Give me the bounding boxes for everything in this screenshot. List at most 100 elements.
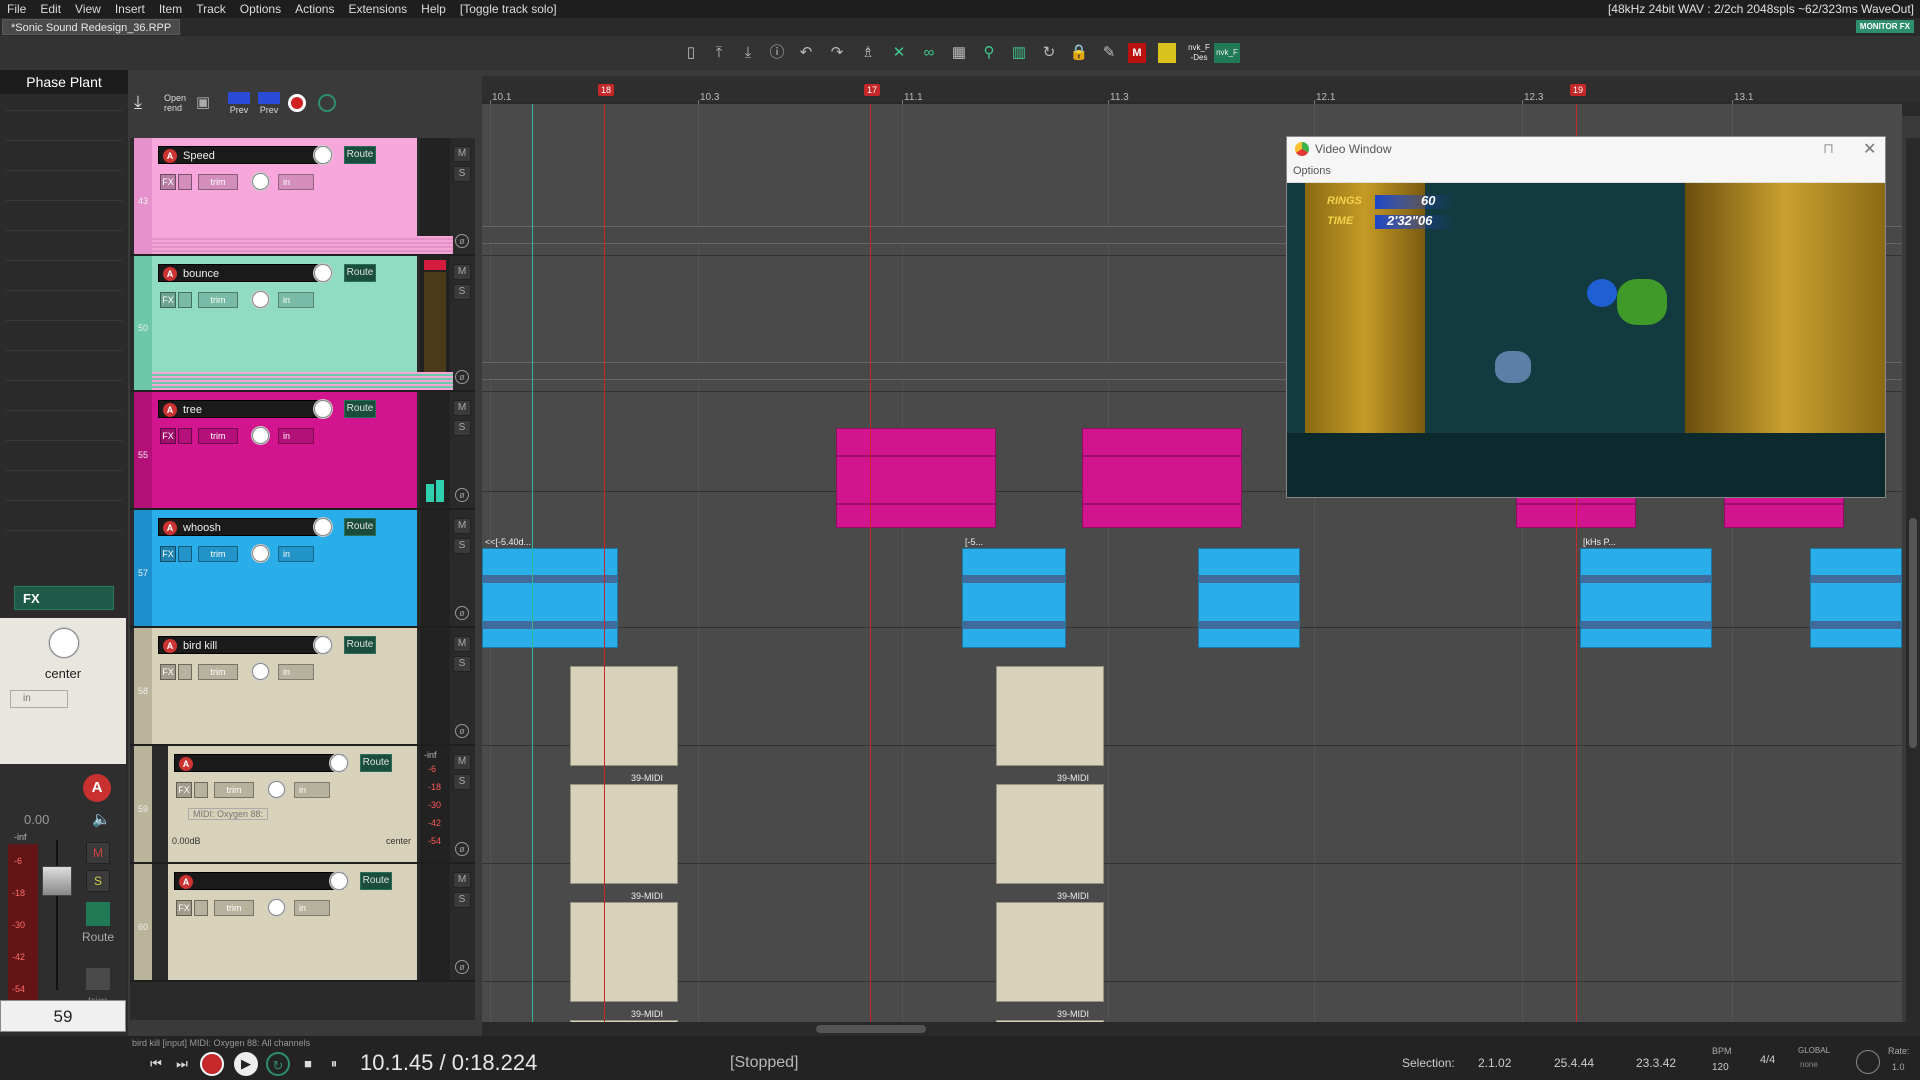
monitor-fx-button[interactable]: MONITOR FX (1855, 20, 1914, 33)
track-header[interactable]: Abounce Route FX trim in (152, 256, 417, 390)
speaker-icon[interactable]: 🔈 (92, 810, 111, 828)
track-color-strip[interactable]: 55 (134, 392, 152, 508)
bird-kill-item[interactable] (996, 666, 1104, 766)
track-mute-button[interactable]: M (453, 264, 471, 280)
track-nameplate[interactable]: Abounce (158, 264, 328, 282)
track-volume-knob[interactable] (314, 400, 332, 418)
track-volume-knob[interactable] (330, 872, 348, 890)
track-input-select[interactable]: in (294, 782, 330, 798)
menu-options[interactable]: Options (233, 0, 288, 18)
automation-arm-icon[interactable]: A (179, 875, 193, 889)
whoosh-item[interactable] (1198, 548, 1300, 648)
position-display[interactable]: 10.1.45 / 0:18.224 (360, 1050, 537, 1076)
track-envelope-lane[interactable] (152, 236, 453, 254)
project-settings-icon[interactable]: ⓘ (766, 43, 788, 63)
track-fx-bypass[interactable] (194, 900, 208, 916)
grid-lines-icon[interactable]: ▥ (1008, 43, 1030, 63)
track-volume-knob[interactable] (314, 146, 332, 164)
grid-snap-icon[interactable]: ▦ (948, 43, 970, 63)
track-pan-knob[interactable] (252, 291, 269, 308)
track-mute-button[interactable]: M (453, 872, 471, 888)
track-solo-button[interactable]: S (453, 284, 471, 300)
track-solo-button[interactable]: S (453, 166, 471, 182)
menu-track[interactable]: Track (189, 0, 233, 18)
input-select[interactable]: in (10, 690, 68, 708)
preview-button-1[interactable]: Prev (228, 92, 250, 116)
horizontal-scrollbar[interactable] (482, 1022, 1920, 1036)
rate-knob[interactable] (1856, 1050, 1880, 1074)
track-mute-button[interactable]: M (453, 754, 471, 770)
track-volume-knob[interactable] (314, 636, 332, 654)
vertical-scroll-thumb[interactable] (1909, 518, 1917, 748)
video-options-menu[interactable]: Options (1287, 161, 1885, 183)
midi-item[interactable]: 39-MIDI (570, 773, 678, 884)
midi-input-device[interactable]: MIDI: Oxygen 88: (188, 808, 269, 820)
track-volume-knob[interactable] (330, 754, 348, 772)
global-mode[interactable]: none (1800, 1060, 1818, 1069)
track-name[interactable]: Speed (183, 149, 215, 163)
track-envelope-lane[interactable] (152, 372, 453, 390)
download-icon[interactable]: ⤓ (134, 92, 156, 114)
track-nameplate[interactable]: A Speed (158, 146, 328, 164)
tree-item[interactable] (1082, 428, 1242, 528)
track-lane[interactable] (482, 746, 1902, 864)
automation-arm-icon[interactable]: A (163, 403, 177, 417)
track-fx-button[interactable]: FX (160, 428, 176, 444)
project-marker[interactable]: 18 (598, 84, 615, 96)
nvk-design-button[interactable]: nvk_F -Des (1186, 43, 1212, 63)
track-trim-button[interactable]: trim (214, 900, 254, 916)
track-volume-knob[interactable] (314, 518, 332, 536)
phase-invert-icon[interactable]: ø (455, 606, 469, 620)
menu-actions[interactable]: Actions (288, 0, 341, 18)
horizontal-scroll-thumb[interactable] (816, 1025, 926, 1033)
go-to-end-icon[interactable]: ⏭ (170, 1052, 194, 1076)
pause-button[interactable]: ⏸ (322, 1052, 346, 1076)
midi-item[interactable]: 39-MIDI (996, 891, 1104, 1002)
automation-arm-icon[interactable]: A (163, 149, 177, 163)
track-solo-button[interactable]: S (453, 774, 471, 790)
open-project-icon[interactable]: ⤒ (708, 43, 730, 63)
track-nameplate[interactable]: A (174, 872, 344, 890)
track-header[interactable]: Atree Route FX trim in (152, 392, 417, 508)
pencil-icon[interactable]: ✎ (1098, 43, 1120, 63)
bird-kill-item[interactable] (570, 666, 678, 766)
automation-mode-button[interactable]: A (83, 774, 111, 802)
track-name[interactable]: whoosh (183, 521, 221, 535)
nvk-button[interactable]: nvk_F (1214, 43, 1240, 63)
track-solo-button[interactable]: S (453, 420, 471, 436)
ripple-edit-icon[interactable]: ✕ (888, 43, 910, 63)
track-route-button[interactable]: Route (344, 400, 376, 418)
time-signature[interactable]: 4/4 (1760, 1054, 1775, 1066)
script-icon[interactable] (1158, 43, 1176, 63)
track-fx-bypass[interactable] (178, 292, 192, 308)
track-trim-button[interactable]: trim (198, 174, 238, 190)
track-input-select[interactable]: in (294, 900, 330, 916)
track-fx-bypass[interactable] (178, 546, 192, 562)
track-nameplate[interactable]: Awhoosh (158, 518, 328, 536)
track-fx-bypass[interactable] (178, 428, 192, 444)
master-mute-button[interactable]: M (86, 842, 110, 864)
track-bounce[interactable]: 50 Abounce Route FX trim in M Sø (130, 256, 475, 392)
track-color-strip[interactable]: 60 (134, 864, 152, 980)
video-window[interactable]: Video Window ⊓ ✕ Options RINGS 60 TIME 2… (1286, 136, 1886, 498)
loop-icon[interactable]: ↻ (1038, 43, 1060, 63)
track-volume-knob[interactable] (314, 264, 332, 282)
track-fx-button[interactable]: FX (160, 174, 176, 190)
project-marker[interactable]: 17 (864, 84, 881, 96)
track-trim-button[interactable]: trim (198, 428, 238, 444)
track-pan-knob[interactable] (252, 663, 269, 680)
track-nameplate[interactable]: Atree (158, 400, 328, 418)
pin-icon[interactable]: ⊓ (1823, 140, 1834, 157)
automation-arm-icon[interactable]: A (163, 267, 177, 281)
play-button[interactable]: ▶ (234, 1052, 258, 1076)
menu-help[interactable]: Help (414, 0, 453, 18)
phase-invert-icon[interactable]: ø (455, 960, 469, 974)
phase-invert-icon[interactable]: ø (455, 724, 469, 738)
master-fader[interactable] (42, 866, 72, 896)
close-icon[interactable]: ✕ (1863, 139, 1876, 159)
menu-file[interactable]: File (0, 0, 33, 18)
selected-track-number[interactable]: 59 (0, 1000, 126, 1032)
menu-view[interactable]: View (68, 0, 108, 18)
audio-device-status[interactable]: [48kHz 24bit WAV : 2/2ch 2048spls ~62/32… (1608, 0, 1914, 18)
route-icon[interactable] (86, 902, 110, 926)
